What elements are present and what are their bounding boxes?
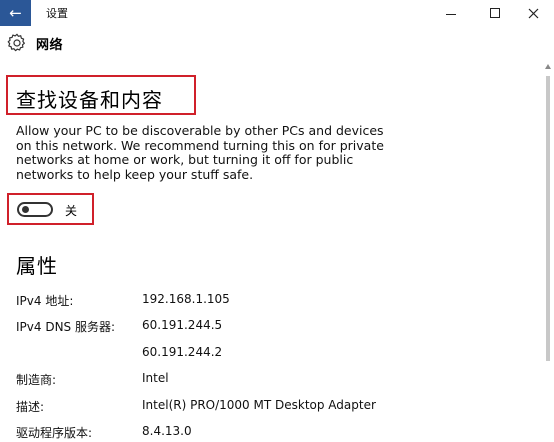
gear-icon <box>7 33 25 52</box>
page-header: 网络 <box>6 32 63 54</box>
description-line: networks to help keep your stuff safe. <box>16 166 254 182</box>
property-key: IPv4 地址: <box>16 294 74 308</box>
scroll-up-icon[interactable] <box>545 64 551 69</box>
toggle-knob <box>22 206 29 213</box>
minimize-button[interactable] <box>436 2 466 24</box>
description-line: on this network. We recommend turning th… <box>16 137 384 153</box>
property-value: 60.191.244.2 <box>142 345 223 359</box>
property-key: 驱动程序版本: <box>16 426 93 440</box>
arrow-left-icon: ← <box>9 4 22 22</box>
minimize-icon <box>446 13 456 15</box>
close-button[interactable] <box>518 2 548 24</box>
page-title: 网络 <box>36 37 64 53</box>
property-value: 60.191.244.5 <box>142 318 223 332</box>
property-value: Intel(R) PRO/1000 MT Desktop Adapter <box>142 398 376 412</box>
discovery-description: Allow your PC to be discoverable by othe… <box>16 123 396 182</box>
close-icon <box>528 8 538 18</box>
description-line: Allow your PC to be discoverable by othe… <box>16 123 384 138</box>
title-bar: ← 设置 <box>0 0 554 26</box>
vertical-scrollbar[interactable] <box>545 60 551 442</box>
properties-heading: 属性 <box>16 254 58 278</box>
window-title: 设置 <box>46 7 68 20</box>
property-key: IPv4 DNS 服务器: <box>16 320 116 334</box>
property-row: IPv4 地址: 192.168.1.105 <box>16 292 516 310</box>
property-value: 192.168.1.105 <box>142 292 230 306</box>
property-row: 驱动程序版本: 8.4.13.0 <box>16 424 516 442</box>
property-key: 制造商: <box>16 373 57 387</box>
maximize-button[interactable] <box>480 2 510 24</box>
back-button[interactable]: ← <box>0 0 31 26</box>
discovery-toggle[interactable] <box>17 202 53 217</box>
property-key: 描述: <box>16 400 45 414</box>
property-row: 描述: Intel(R) PRO/1000 MT Desktop Adapter <box>16 398 516 416</box>
maximize-icon <box>490 8 500 18</box>
property-value: Intel <box>142 371 169 385</box>
property-row: 制造商: Intel <box>16 371 516 389</box>
property-row: IPv4 DNS 服务器: 60.191.244.5 <box>16 318 516 336</box>
property-row: 60.191.244.2 <box>16 345 516 363</box>
property-value: 8.4.13.0 <box>142 424 192 438</box>
description-line: networks at home or work, but turning it… <box>16 152 354 167</box>
discovery-heading: 查找设备和内容 <box>16 88 163 112</box>
scroll-thumb[interactable] <box>546 76 550 361</box>
toggle-state-label: 关 <box>65 204 78 218</box>
